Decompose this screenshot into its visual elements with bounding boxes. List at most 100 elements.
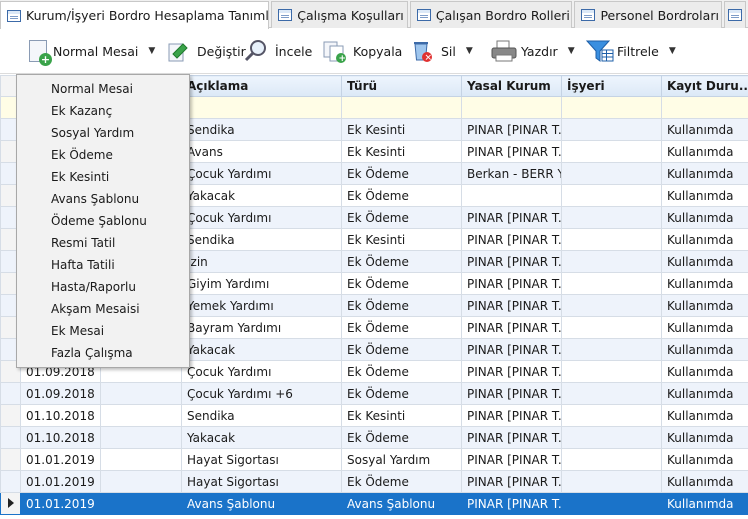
table-cell[interactable]: Kullanımda (661, 162, 748, 185)
table-cell[interactable]: Çocuk Yardımı +6 (181, 382, 342, 405)
table-cell[interactable] (561, 272, 662, 295)
table-cell[interactable]: Ek Ödeme (341, 272, 462, 295)
table-cell[interactable]: Kullanımda (661, 118, 748, 141)
table-row[interactable]: 01.01.2019 Avans Şablonu Avans Şablonu PINA… (0, 492, 748, 515)
chevron-down-icon[interactable]: ▼ (568, 46, 575, 56)
chevron-down-icon[interactable]: ▼ (148, 46, 155, 56)
table-cell[interactable]: Sendika (181, 404, 342, 427)
table-cell[interactable]: Sendika (181, 118, 342, 141)
tab-bordro-hesaplama[interactable]: Kurum/İşyeri Bordro Hesaplama Tanımları … (0, 1, 270, 29)
table-cell[interactable] (561, 184, 662, 207)
table-cell[interactable]: Kullanımda (661, 382, 748, 405)
table-cell[interactable]: Ek Ödeme (341, 360, 462, 383)
dropdown-item[interactable]: Hasta/Raporlu (17, 276, 189, 298)
table-cell[interactable] (561, 360, 662, 383)
table-cell[interactable]: PINAR [PINAR T... (461, 272, 562, 295)
copy-button[interactable]: + Kopyala (318, 34, 406, 68)
table-cell[interactable] (561, 250, 662, 273)
table-cell[interactable]: 01.01.2019 (20, 492, 101, 515)
filter-cell[interactable] (341, 96, 462, 119)
table-cell[interactable]: Sosyal Yardım (341, 448, 462, 471)
dropdown-item[interactable]: Ek Kesinti (17, 166, 189, 188)
table-cell[interactable]: PINAR [PINAR T... (461, 426, 562, 449)
chevron-down-icon[interactable]: ▼ (466, 46, 473, 56)
table-cell[interactable]: PINAR [PINAR T... (461, 492, 562, 515)
table-cell[interactable]: Ek Kesinti (341, 140, 462, 163)
table-cell[interactable]: Ek Ödeme (341, 426, 462, 449)
dropdown-item[interactable]: Avans Şablonu (17, 188, 189, 210)
chevron-down-icon[interactable]: ▼ (669, 46, 676, 56)
edit-button[interactable]: Değiştir (162, 34, 246, 68)
table-cell[interactable]: Ek Kesinti (341, 228, 462, 251)
column-header-yasal-kurum[interactable]: Yasal Kurum (461, 75, 562, 97)
table-row[interactable]: 01.10.2018 Sendika Ek Kesinti PINAR [PINAR … (0, 404, 748, 427)
table-cell[interactable] (561, 492, 662, 515)
table-cell[interactable]: Kullanımda (661, 426, 748, 449)
print-button[interactable]: Yazdır ▼ (486, 34, 582, 68)
table-cell[interactable]: Kullanımda (661, 206, 748, 229)
table-cell[interactable]: Ek Ödeme (341, 470, 462, 493)
table-cell[interactable]: Kullanımda (661, 140, 748, 163)
table-row[interactable]: 01.10.2018 Yakacak Ek Ödeme PINAR [PINAR T.… (0, 426, 748, 449)
table-cell[interactable]: PINAR [PINAR T... (461, 294, 562, 317)
table-cell[interactable]: Kullanımda (661, 360, 748, 383)
dropdown-item[interactable]: Ek Mesai (17, 320, 189, 342)
table-cell[interactable] (561, 470, 662, 493)
table-cell[interactable]: Ek Ödeme (341, 382, 462, 405)
table-cell[interactable] (100, 382, 182, 405)
table-cell[interactable] (100, 492, 182, 515)
filter-cell[interactable] (661, 96, 748, 119)
table-cell[interactable]: Ek Ödeme (341, 206, 462, 229)
dropdown-item[interactable]: Akşam Mesaisi (17, 298, 189, 320)
table-cell[interactable]: PINAR [PINAR T... (461, 316, 562, 339)
table-cell[interactable]: 01.09.2018 (20, 382, 101, 405)
delete-button[interactable]: ✕ Sil ▼ (406, 34, 486, 68)
table-cell[interactable]: 01.10.2018 (20, 404, 101, 427)
table-row[interactable]: 01.09.2018 Çocuk Yardımı +6 Ek Ödeme PINAR … (0, 382, 748, 405)
table-cell[interactable]: PINAR [PINAR T... (461, 470, 562, 493)
table-cell[interactable]: Avans Şablonu (341, 492, 462, 515)
table-cell[interactable] (561, 228, 662, 251)
column-header-aciklama[interactable]: Açıklama (181, 75, 342, 97)
table-cell[interactable] (561, 448, 662, 471)
table-cell[interactable]: Giyim Yardımı (181, 272, 342, 295)
table-cell[interactable]: PINAR [PINAR T... (461, 404, 562, 427)
table-row[interactable]: 01.01.2019 Hayat Sigortası Sosyal Yardım PI… (0, 448, 748, 471)
table-cell[interactable]: Ek Ödeme (341, 294, 462, 317)
table-row[interactable]: 01.01.2019 Hayat Sigortası Ek Ödeme PINAR [… (0, 470, 748, 493)
table-cell[interactable] (561, 206, 662, 229)
table-cell[interactable]: Yakacak (181, 426, 342, 449)
tab-calisma-kosullari[interactable]: Çalışma Koşulları (271, 1, 408, 28)
dropdown-item[interactable]: Fazla Çalışma (17, 342, 189, 364)
table-cell[interactable]: Hayat Sigortası (181, 470, 342, 493)
table-cell[interactable] (561, 294, 662, 317)
table-cell[interactable]: PINAR [PINAR T... (461, 360, 562, 383)
table-cell[interactable]: Yemek Yardımı (181, 294, 342, 317)
table-cell[interactable] (100, 404, 182, 427)
table-cell[interactable]: 01.01.2019 (20, 448, 101, 471)
table-cell[interactable]: PINAR [PINAR T... (461, 382, 562, 405)
table-cell[interactable]: Ek Kesinti (341, 118, 462, 141)
table-cell[interactable]: Avans (181, 140, 342, 163)
new-button[interactable]: + Normal Mesai ▼ (22, 34, 162, 68)
table-cell[interactable]: PINAR [PINAR T... (461, 206, 562, 229)
dropdown-item[interactable]: Ek Kazanç (17, 100, 189, 122)
table-cell[interactable]: Kullanımda (661, 250, 748, 273)
dropdown-item[interactable]: Ek Ödeme (17, 144, 189, 166)
table-cell[interactable]: Kullanımda (661, 492, 748, 515)
table-cell[interactable]: Sendika (181, 228, 342, 251)
table-cell[interactable]: Kullanımda (661, 272, 748, 295)
column-header-kayit-durumu[interactable]: Kayıt Duru... (661, 75, 748, 97)
table-cell[interactable]: 01.01.2019 (20, 470, 101, 493)
table-cell[interactable]: Avans Şablonu (181, 492, 342, 515)
table-cell[interactable] (100, 448, 182, 471)
dropdown-item[interactable]: Sosyal Yardım (17, 122, 189, 144)
table-cell[interactable] (561, 118, 662, 141)
table-cell[interactable]: PINAR [PINAR T... (461, 118, 562, 141)
table-cell[interactable]: Çocuk Yardımı (181, 162, 342, 185)
tab-overflow[interactable] (724, 1, 747, 28)
dropdown-item[interactable]: Hafta Tatili (17, 254, 189, 276)
table-cell[interactable] (561, 382, 662, 405)
table-cell[interactable]: PINAR [PINAR T... (461, 448, 562, 471)
column-header-isyeri[interactable]: İşyeri (561, 75, 662, 97)
